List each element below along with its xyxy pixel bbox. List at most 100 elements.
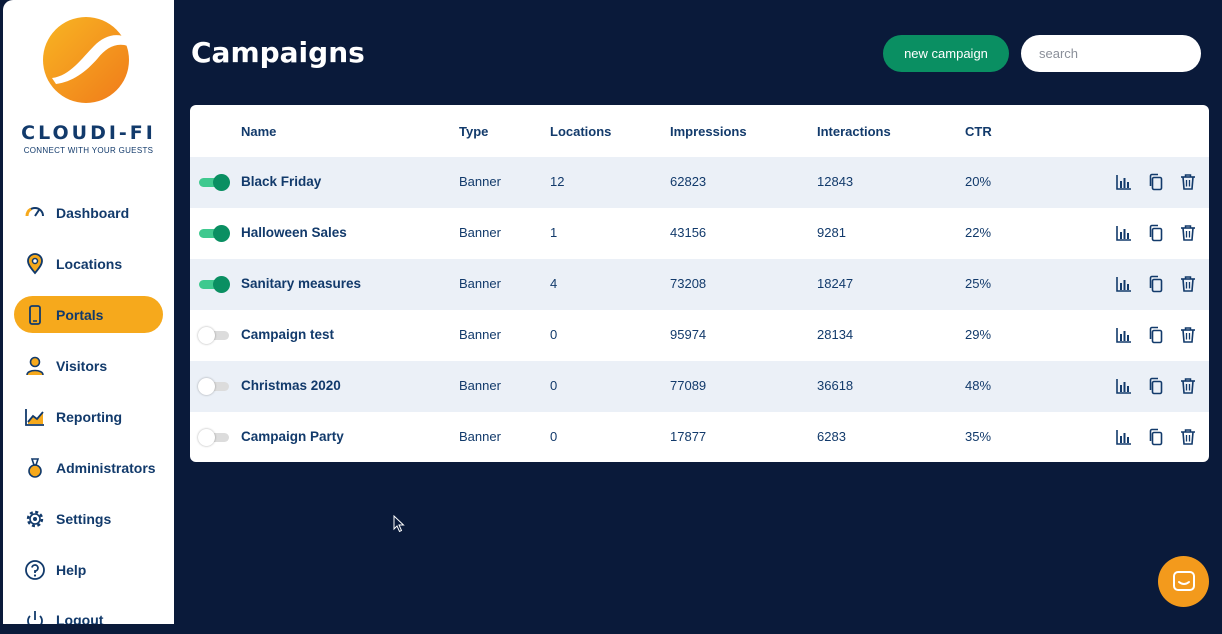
gauge-icon (24, 202, 46, 224)
campaign-impressions: 17877 (670, 429, 707, 444)
sidebar: CLOUDI-FI CONNECT WITH YOUR GUESTS Dashb… (3, 0, 174, 624)
campaign-ctr: 29% (965, 327, 992, 342)
campaign-name[interactable]: Halloween Sales (241, 225, 347, 240)
column-header-type[interactable]: Type (459, 124, 488, 139)
campaign-toggle[interactable] (198, 428, 230, 446)
trash-icon[interactable] (1178, 376, 1198, 396)
campaign-toggle[interactable] (198, 173, 230, 191)
campaign-interactions: 9281 (817, 225, 846, 240)
campaign-toggle[interactable] (198, 377, 230, 395)
sidebar-item-reporting[interactable]: Reporting (14, 398, 163, 435)
chat-launcher-button[interactable] (1158, 556, 1209, 607)
sidebar-item-help[interactable]: Help (14, 551, 163, 588)
table-row[interactable]: Black Friday Banner 12 62823 12843 20% (190, 157, 1209, 208)
bar-chart-icon[interactable] (1114, 223, 1134, 243)
search-input[interactable] (1021, 35, 1201, 72)
campaign-impressions: 77089 (670, 378, 707, 393)
trash-icon[interactable] (1178, 274, 1198, 294)
phone-icon (24, 304, 46, 326)
table-row[interactable]: Campaign test Banner 0 95974 28134 29% (190, 310, 1209, 361)
mouse-cursor-icon (393, 515, 405, 533)
copy-icon[interactable] (1146, 325, 1166, 345)
brand-name: CLOUDI-FI (21, 122, 156, 144)
column-header-name[interactable]: Name (241, 124, 276, 139)
brand-logo[interactable]: CLOUDI-FI CONNECT WITH YOUR GUESTS (3, 14, 174, 164)
table-header: Name Type Locations Impressions Interact… (190, 105, 1209, 157)
sidebar-item-label: Settings (56, 510, 112, 527)
table-row[interactable]: Campaign Party Banner 0 17877 6283 35% (190, 412, 1209, 462)
campaign-type: Banner (459, 378, 501, 393)
user-icon (24, 355, 46, 377)
column-header-interactions[interactable]: Interactions (817, 124, 891, 139)
campaign-locations: 0 (550, 378, 558, 393)
campaign-type: Banner (459, 276, 501, 291)
bar-chart-icon[interactable] (1114, 325, 1134, 345)
bar-chart-icon[interactable] (1114, 427, 1134, 447)
trash-icon[interactable] (1178, 427, 1198, 447)
copy-icon[interactable] (1146, 172, 1166, 192)
gear-icon (24, 508, 46, 530)
campaign-locations: 0 (550, 327, 558, 342)
campaign-interactions: 28134 (817, 327, 854, 342)
sidebar-item-locations[interactable]: Locations (14, 245, 163, 282)
campaign-impressions: 43156 (670, 225, 707, 240)
copy-icon[interactable] (1146, 223, 1166, 243)
copy-icon[interactable] (1146, 427, 1166, 447)
bar-chart-icon[interactable] (1114, 376, 1134, 396)
campaign-type: Banner (459, 429, 501, 444)
sidebar-item-label: Help (56, 561, 87, 578)
sidebar-item-settings[interactable]: Settings (14, 500, 163, 537)
help-icon (24, 559, 46, 581)
sidebar-item-label: Reporting (56, 408, 123, 425)
page-title: Campaigns (191, 36, 365, 69)
sidebar-item-label: Dashboard (56, 204, 130, 221)
campaigns-table: Name Type Locations Impressions Interact… (190, 105, 1209, 462)
trash-icon[interactable] (1178, 325, 1198, 345)
column-header-ctr[interactable]: CTR (965, 124, 992, 139)
table-row[interactable]: Sanitary measures Banner 4 73208 18247 2… (190, 259, 1209, 310)
campaign-ctr: 35% (965, 429, 992, 444)
campaign-interactions: 18247 (817, 276, 854, 291)
sidebar-item-label: Logout (56, 611, 104, 625)
campaign-name[interactable]: Christmas 2020 (241, 378, 341, 393)
sidebar-item-label: Portals (56, 306, 104, 323)
bar-chart-icon[interactable] (1114, 172, 1134, 192)
column-header-impressions[interactable]: Impressions (670, 124, 747, 139)
column-header-locations[interactable]: Locations (550, 124, 611, 139)
trash-icon[interactable] (1178, 172, 1198, 192)
campaign-ctr: 48% (965, 378, 992, 393)
sidebar-item-portals[interactable]: Portals (14, 296, 163, 333)
campaign-name[interactable]: Black Friday (241, 174, 321, 189)
campaign-interactions: 6283 (817, 429, 846, 444)
campaign-name[interactable]: Sanitary measures (241, 276, 361, 291)
sidebar-item-administrators[interactable]: Administrators (14, 449, 163, 486)
sidebar-item-visitors[interactable]: Visitors (14, 347, 163, 384)
line-chart-icon (24, 406, 46, 428)
campaign-locations: 1 (550, 225, 558, 240)
trash-icon[interactable] (1178, 223, 1198, 243)
campaign-ctr: 22% (965, 225, 992, 240)
campaign-type: Banner (459, 174, 501, 189)
campaign-locations: 12 (550, 174, 565, 189)
app-window: CLOUDI-FI CONNECT WITH YOUR GUESTS Dashb… (0, 0, 1222, 634)
brand-tagline: CONNECT WITH YOUR GUESTS (23, 146, 154, 155)
campaign-impressions: 73208 (670, 276, 707, 291)
table-row[interactable]: Christmas 2020 Banner 0 77089 36618 48% (190, 361, 1209, 412)
campaign-toggle[interactable] (198, 224, 230, 242)
campaign-type: Banner (459, 225, 501, 240)
campaign-name[interactable]: Campaign Party (241, 429, 344, 444)
location-pin-icon (24, 252, 46, 275)
campaign-name[interactable]: Campaign test (241, 327, 334, 342)
sidebar-item-logout[interactable]: Logout (14, 601, 163, 624)
copy-icon[interactable] (1146, 274, 1166, 294)
campaign-toggle[interactable] (198, 326, 230, 344)
table-row[interactable]: Halloween Sales Banner 1 43156 9281 22% (190, 208, 1209, 259)
copy-icon[interactable] (1146, 376, 1166, 396)
new-campaign-button[interactable]: new campaign (883, 35, 1009, 72)
sidebar-item-label: Visitors (56, 357, 108, 374)
sidebar-item-dashboard[interactable]: Dashboard (14, 194, 163, 231)
bar-chart-icon[interactable] (1114, 274, 1134, 294)
sidebar-item-label: Locations (56, 255, 123, 272)
campaign-toggle[interactable] (198, 275, 230, 293)
campaign-locations: 0 (550, 429, 558, 444)
